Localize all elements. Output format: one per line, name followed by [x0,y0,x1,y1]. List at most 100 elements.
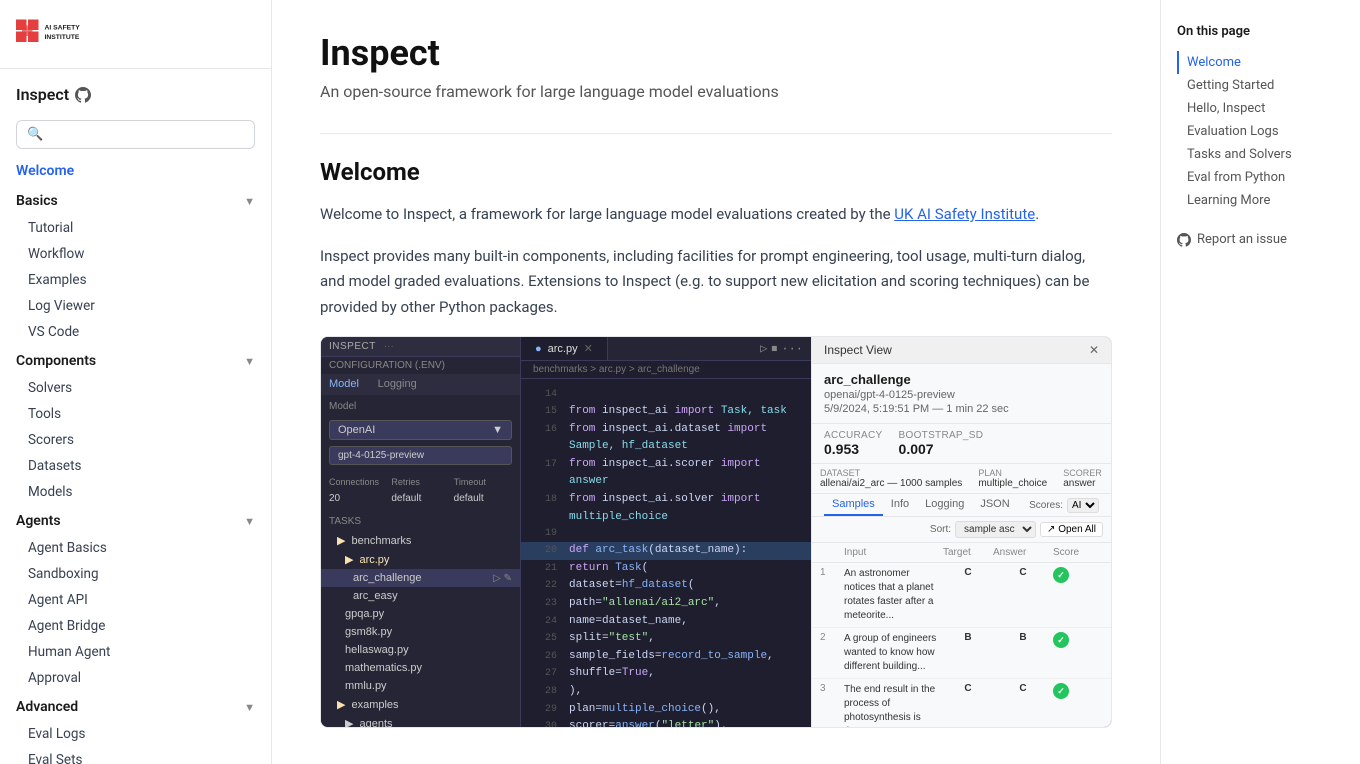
ide-model-section-label: Model [321,395,520,418]
sidebar-item-examples[interactable]: Examples [0,267,271,293]
ide-code-editor: ● arc.py ✕ ▷ ⏹ ··· benchmarks > arc.py >… [521,337,811,727]
toc-item-getting-started[interactable]: Getting Started [1177,74,1344,97]
ide-panel-tab-samples[interactable]: Samples [824,494,883,516]
aisi-logo-svg: AI SAFETY INSTITUTE [16,16,106,56]
ide-toolbar-label: INSPECT [329,341,376,352]
search-box[interactable]: 🔍 [16,120,255,149]
ide-model-tab[interactable]: Model [329,378,359,390]
sidebar-item-tools[interactable]: Tools [0,401,271,427]
sidebar-item-agent-api[interactable]: Agent API [0,587,271,613]
toc-items: WelcomeGetting StartedHello, InspectEval… [1177,51,1344,212]
ide-panel-tab-json[interactable]: JSON [972,494,1017,516]
toc-item-welcome[interactable]: Welcome [1177,51,1344,74]
score-badge: ✓ [1053,683,1069,699]
ide-tree-hellaswag[interactable]: hellaswag.py [321,641,520,659]
sidebar-item-log-viewer[interactable]: Log Viewer [0,293,271,319]
search-icon: 🔍 [27,127,43,142]
logo-area: AI SAFETY INSTITUTE [0,16,271,69]
report-issue-label: Report an issue [1197,232,1287,247]
ide-open-all-button[interactable]: ↗ Open All [1040,522,1103,537]
table-row[interactable]: 1 An astronomer notices that a planet ro… [812,563,1111,628]
sidebar-item-agent-bridge[interactable]: Agent Bridge [0,613,271,639]
toc-item-evaluation-logs[interactable]: Evaluation Logs [1177,120,1344,143]
chevron-down-icon-4: ▼ [244,701,255,714]
ide-panel-header: Inspect View ✕ [812,337,1111,364]
ide-sort-select[interactable]: sample asc [955,521,1036,538]
ide-tree-mmlu[interactable]: mmlu.py [321,677,520,695]
toc-item-learning-more[interactable]: Learning More [1177,189,1344,212]
ide-run-controls: ▷ ⏹ ··· [752,337,811,360]
ide-tree-math[interactable]: mathematics.py [321,659,520,677]
ide-panel-tab-info[interactable]: Info [883,494,917,516]
github-icon-2 [1177,233,1191,247]
ide-logging-tab[interactable]: Logging [378,378,417,390]
ide-tree-arc-challenge[interactable]: arc_challenge ▷ ✎ [321,569,520,587]
ide-file-panel: INSPECT ··· CONFIGURATION (.ENV) Model L… [321,337,521,727]
sidebar-item-eval-logs[interactable]: Eval Logs [0,721,271,747]
ide-scores-select[interactable]: AI [1067,498,1099,513]
nav-section-label-basics: Basics [16,193,58,209]
code-line-24: 24 name=dataset_name, [521,613,811,631]
code-line-23: 23 path="allenai/ai2_arc", [521,595,811,613]
nav-section-header-basics[interactable]: Basics ▼ [0,187,271,215]
ide-scores-filter: Scores: AI [1029,494,1099,516]
ide-tree-agents[interactable]: ▶ agents [321,714,520,727]
github-icon[interactable] [75,87,91,103]
chevron-down-icon-3: ▼ [244,515,255,528]
search-input[interactable] [49,127,244,142]
svg-text:INSTITUTE: INSTITUTE [45,34,80,41]
ide-model-select[interactable]: OpenAI ▼ [321,418,520,442]
code-line-30: 30 scorer=answer("letter"), [521,718,811,727]
sidebar-item-solvers[interactable]: Solvers [0,375,271,401]
code-line-22: 22 dataset=hf_dataset( [521,577,811,595]
nav-section-agents: Agents ▼ Agent Basics Sandboxing Agent A… [0,507,271,691]
report-issue-link[interactable]: Report an issue [1177,232,1344,247]
ide-editor-tabs: ● arc.py ✕ ▷ ⏹ ··· [521,337,811,361]
sidebar-item-sandboxing[interactable]: Sandboxing [0,561,271,587]
table-row[interactable]: 3 The end result in the process of photo… [812,679,1111,728]
toc-item-eval-from-python[interactable]: Eval from Python [1177,166,1344,189]
ide-tree-arc[interactable]: ▶ arc.py [321,550,520,569]
ide-tree-examples[interactable]: ▶ examples [321,695,520,714]
ide-screenshot: INSPECT ··· CONFIGURATION (.ENV) Model L… [320,336,1112,728]
ide-meta-row: DATASET allenai/ai2_arc — 1000 samples P… [812,464,1111,494]
code-line-14: 14 [521,387,811,403]
ide-eval-date: 5/9/2024, 5:19:51 PM — 1 min 22 sec [824,403,1099,415]
ide-tree-arc-easy[interactable]: arc_easy [321,587,520,605]
toc-item-tasks-and-solvers[interactable]: Tasks and Solvers [1177,143,1344,166]
sidebar-item-vs-code[interactable]: VS Code [0,319,271,345]
sidebar-item-human-agent[interactable]: Human Agent [0,639,271,665]
ide-toolbar: INSPECT ··· [321,337,520,357]
toc-item-hello,-inspect[interactable]: Hello, Inspect [1177,97,1344,120]
nav-section-header-agents[interactable]: Agents ▼ [0,507,271,535]
ide-panel-tab-logging[interactable]: Logging [917,494,972,516]
code-line-15: 15from inspect_ai import Task, task [521,403,811,421]
nav-welcome[interactable]: Welcome [0,157,271,185]
sidebar-item-approval[interactable]: Approval [0,665,271,691]
code-line-29: 29 plan=multiple_choice(), [521,701,811,719]
ide-tab-arc[interactable]: ● arc.py ✕ [521,337,608,360]
ide-tree-gpqa[interactable]: gpqa.py [321,605,520,623]
sidebar-item-agent-basics[interactable]: Agent Basics [0,535,271,561]
sidebar-item-eval-sets[interactable]: Eval Sets [0,747,271,764]
toc-title: On this page [1177,24,1344,39]
ide-table-body: 1 An astronomer notices that a planet ro… [812,563,1111,728]
ide-eval-stats: ACCURACY 0.953 BOOTSTRAP_SD 0.007 [812,424,1111,464]
ide-connection-vals: 20 default default [321,491,520,512]
nav-section-header-components[interactable]: Components ▼ [0,347,271,375]
nav-section-header-advanced[interactable]: Advanced ▼ [0,693,271,721]
table-row[interactable]: 2 A group of engineers wanted to know ho… [812,628,1111,679]
ide-stat-bootstrap: BOOTSTRAP_SD 0.007 [899,430,984,457]
sidebar-item-scorers[interactable]: Scorers [0,427,271,453]
ide-tree-gsm8k[interactable]: gsm8k.py [321,623,520,641]
ide-tree-benchmarks[interactable]: ▶ benchmarks [321,531,520,550]
ide-connection-headers: Connections Retries Timeout [321,473,520,491]
sidebar-item-datasets[interactable]: Datasets [0,453,271,479]
main-content: Inspect An open-source framework for lar… [272,0,1160,764]
ide-mockup: INSPECT ··· CONFIGURATION (.ENV) Model L… [321,337,1111,727]
sidebar-item-workflow[interactable]: Workflow [0,241,271,267]
uk-aisi-link[interactable]: UK AI Safety Institute [894,205,1035,223]
sidebar-item-tutorial[interactable]: Tutorial [0,215,271,241]
sidebar-item-models[interactable]: Models [0,479,271,505]
ide-stat-accuracy: ACCURACY 0.953 [824,430,883,457]
